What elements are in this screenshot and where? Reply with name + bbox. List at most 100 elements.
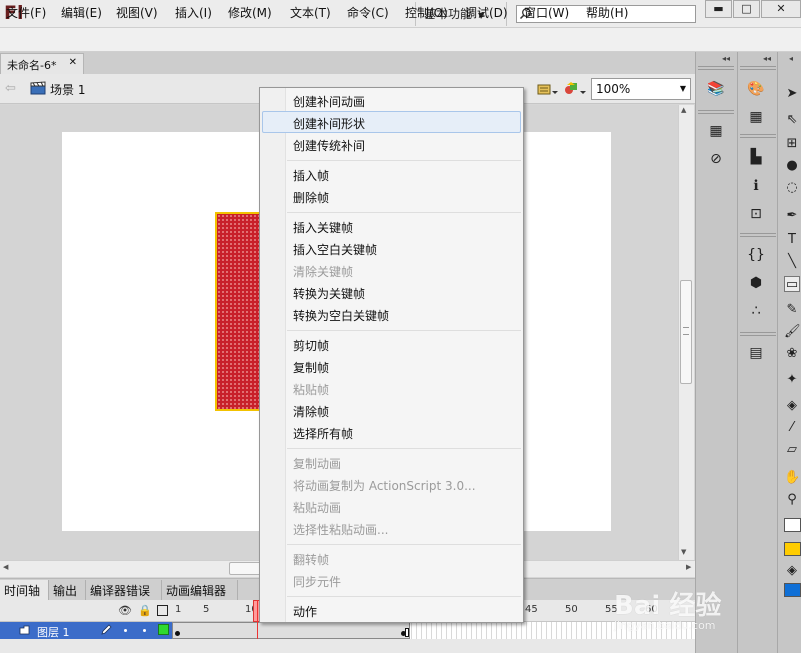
outline-icon[interactable]: [157, 605, 168, 616]
edit-scene-icon[interactable]: [536, 81, 558, 97]
tab-compiler-errors[interactable]: 编译器错误: [86, 580, 162, 600]
panel-grip[interactable]: [740, 66, 776, 70]
color-palette-icon[interactable]: 🎨: [747, 80, 765, 98]
library-icon[interactable]: 📚: [707, 80, 725, 98]
menu-item-remove-frames[interactable]: 删除帧: [293, 189, 329, 206]
panel-grip[interactable]: [698, 110, 734, 114]
minimize-button[interactable]: ▬: [705, 0, 732, 18]
swatches-icon[interactable]: ▦: [747, 108, 765, 126]
bone-tool-icon[interactable]: ✦: [784, 372, 800, 388]
menu-item-convert-to-keyframe[interactable]: 转换为关键帧: [293, 285, 365, 302]
menu-commands[interactable]: 命令(C): [347, 4, 389, 21]
info-icon[interactable]: ℹ: [747, 177, 765, 195]
layer-outline-color[interactable]: [158, 624, 169, 635]
scroll-right-icon[interactable]: ▶: [686, 563, 691, 571]
layer-icon: [19, 625, 30, 635]
component-inspector-icon[interactable]: ⬢: [747, 274, 765, 292]
scene-label[interactable]: 场景 1: [50, 81, 85, 98]
fill-color-swatch-2[interactable]: [784, 583, 801, 597]
menu-item-actions[interactable]: 动作: [293, 603, 317, 620]
menu-item-paste-motion-special: 选择性粘贴动画...: [293, 523, 389, 537]
zoom-select[interactable]: 100% ▼: [591, 78, 691, 100]
text-tool-icon[interactable]: T: [784, 232, 800, 248]
motion-presets-icon[interactable]: ⊘: [707, 150, 725, 168]
zoom-tool-icon[interactable]: ⚲: [784, 492, 800, 508]
tab-motion-editor[interactable]: 动画编辑器: [162, 580, 238, 600]
menu-item-cut-frames[interactable]: 剪切帧: [293, 337, 329, 354]
lasso-tool-icon[interactable]: ◌: [784, 180, 800, 196]
menu-debug[interactable]: 调试(D): [465, 4, 508, 21]
pencil-tool-icon[interactable]: ✎: [784, 302, 800, 318]
menu-item-convert-to-blank-keyframe[interactable]: 转换为空白关键帧: [293, 307, 389, 324]
scroll-up-icon[interactable]: ▲: [681, 106, 686, 114]
line-tool-icon[interactable]: ╲: [784, 254, 800, 270]
keyframe[interactable]: [175, 631, 180, 636]
paint-bucket-tool-icon[interactable]: ◈: [784, 398, 800, 414]
edit-symbols-icon[interactable]: [563, 81, 587, 97]
behaviors-icon[interactable]: ∴: [747, 302, 765, 320]
transform-icon[interactable]: ⊡: [747, 205, 765, 223]
document-tab[interactable]: 未命名-6* ✕: [0, 53, 84, 74]
tab-output[interactable]: 输出: [49, 580, 86, 600]
menu-edit[interactable]: 编辑(E): [61, 4, 102, 21]
panel-grip[interactable]: [698, 66, 734, 70]
menu-insert[interactable]: 插入(I): [175, 4, 212, 21]
menu-view[interactable]: 视图(V): [116, 4, 158, 21]
menu-item-create-shape-tween[interactable]: 创建补间形状: [293, 115, 365, 132]
brush-tool-icon[interactable]: 🖌: [784, 324, 801, 340]
document-tab-title: 未命名-6*: [7, 59, 57, 72]
menu-control[interactable]: 控制(O): [405, 4, 448, 21]
menu-file[interactable]: 文件(F): [6, 4, 46, 21]
rectangle-tool-icon[interactable]: ▭: [784, 276, 800, 292]
stroke-color-swatch[interactable]: [784, 518, 801, 532]
menu-text[interactable]: 文本(T): [290, 4, 331, 21]
project-icon[interactable]: ▤: [747, 344, 765, 362]
subselection-tool-icon[interactable]: ⇖: [784, 112, 800, 128]
pen-tool-icon[interactable]: ✒: [784, 208, 800, 224]
menu-item-create-classic-tween[interactable]: 创建传统补间: [293, 137, 365, 154]
free-transform-tool-icon[interactable]: ⊞: [784, 136, 800, 152]
back-arrow-icon[interactable]: ⇦: [5, 81, 16, 96]
panel-grip[interactable]: [740, 332, 776, 336]
3d-rotation-tool-icon[interactable]: ●: [784, 158, 800, 174]
timeline-footer: [0, 639, 695, 653]
frame-span-selection[interactable]: [172, 622, 410, 639]
panel-grip[interactable]: [740, 134, 776, 138]
fill-color-swatch[interactable]: [784, 542, 801, 556]
selection-tool-icon[interactable]: ➤: [784, 86, 800, 102]
hand-tool-icon[interactable]: ✋: [784, 470, 800, 486]
maximize-button[interactable]: □: [733, 0, 760, 18]
menu-item-insert-blank-keyframe[interactable]: 插入空白关键帧: [293, 241, 377, 258]
menu-window[interactable]: 窗口(W): [524, 4, 569, 21]
scroll-left-icon[interactable]: ◀: [3, 563, 8, 571]
panel-grip[interactable]: [740, 233, 776, 237]
menu-item-select-all-frames[interactable]: 选择所有帧: [293, 425, 353, 442]
menu-item-clear-frames[interactable]: 清除帧: [293, 403, 329, 420]
menu-item-copy-frames[interactable]: 复制帧: [293, 359, 329, 376]
menu-modify[interactable]: 修改(M): [228, 4, 272, 21]
close-button[interactable]: ✕: [761, 0, 801, 18]
collapse-icon[interactable]: ◂: [789, 54, 793, 63]
lock-icon[interactable]: 🔒: [138, 604, 152, 617]
deco-tool-icon[interactable]: ❀: [784, 346, 800, 362]
eraser-tool-icon[interactable]: ▱: [784, 442, 800, 458]
scroll-down-icon[interactable]: ▼: [681, 548, 686, 556]
lock-dot[interactable]: [143, 629, 146, 632]
menu-help[interactable]: 帮助(H): [586, 4, 628, 21]
menu-item-insert-frame[interactable]: 插入帧: [293, 167, 329, 184]
collapse-icon[interactable]: ◂◂: [722, 54, 730, 63]
layer-name[interactable]: 图层 1: [37, 624, 70, 640]
visible-dot[interactable]: [124, 629, 127, 632]
collapse-icon[interactable]: ◂◂: [763, 54, 771, 63]
menu-item-create-motion-tween[interactable]: 创建补间动画: [293, 93, 365, 110]
tab-timeline[interactable]: 时间轴: [0, 580, 49, 600]
menu-item-insert-keyframe[interactable]: 插入关键帧: [293, 219, 353, 236]
close-icon[interactable]: ✕: [69, 57, 77, 68]
context-menu-gutter: [260, 88, 286, 622]
eye-icon[interactable]: 👁: [118, 604, 132, 617]
code-snippets-icon[interactable]: {}: [747, 246, 765, 264]
align-icon[interactable]: ▙: [747, 148, 765, 166]
components-icon[interactable]: ▦: [707, 122, 725, 140]
menu-item-reverse-frames: 翻转帧: [293, 553, 330, 567]
eyedropper-tool-icon[interactable]: ⁄: [784, 420, 800, 436]
